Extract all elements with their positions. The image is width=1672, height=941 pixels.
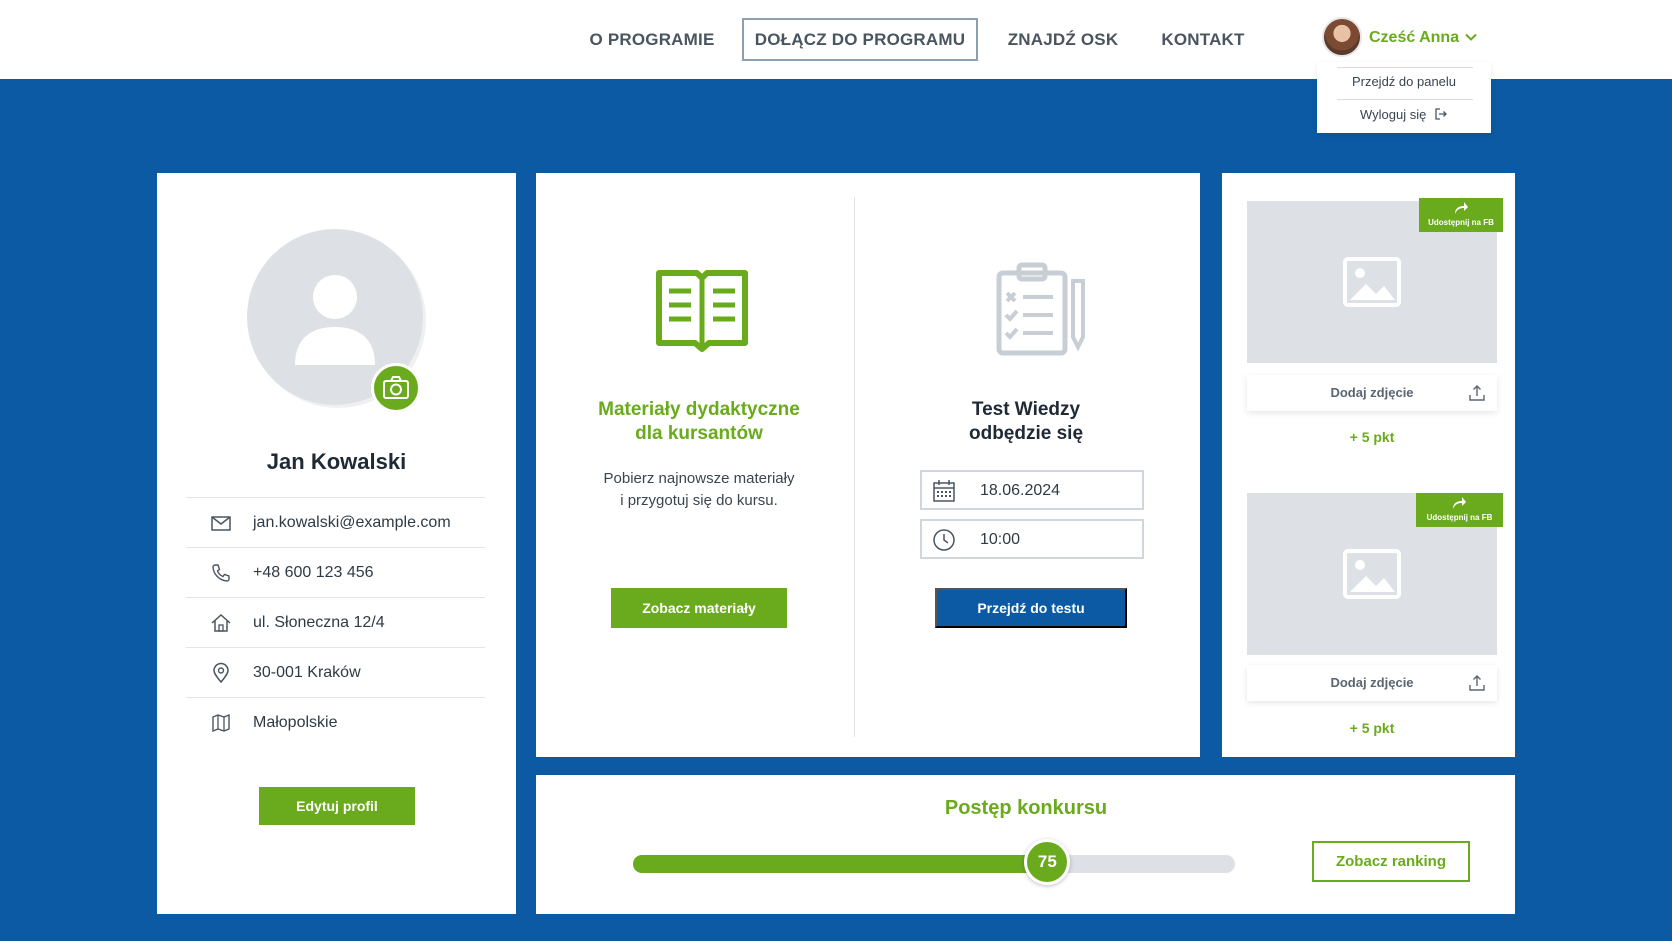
add-photo-label: Dodaj zdjęcie <box>1330 675 1414 690</box>
nav-o-programie[interactable]: O PROGRAMIE <box>583 18 721 61</box>
phone-icon <box>212 564 230 582</box>
share-fb-label: Udostępnij na FB <box>1426 513 1493 522</box>
dropdown-dashboard-link[interactable]: Przejdź do panelu <box>1317 74 1491 89</box>
calendar-icon <box>933 480 955 502</box>
user-greeting: Cześć Anna <box>1369 29 1460 46</box>
location-pin-icon <box>213 662 229 684</box>
materials-title: Materiały dydaktyczne dla kursantów <box>560 398 838 446</box>
clipboard-checklist-icon <box>996 262 1085 356</box>
add-photo-button[interactable]: Dodaj zdjęcie <box>1247 375 1497 411</box>
share-arrow-icon <box>1455 202 1468 214</box>
envelope-icon <box>211 516 231 531</box>
materials-test-card: Materiały dydaktyczne dla kursantów Pobi… <box>536 173 1200 757</box>
open-book-icon <box>656 270 748 352</box>
profile-city-row: 30-001 Kraków <box>186 647 485 697</box>
profile-phone: +48 600 123 456 <box>253 564 374 581</box>
profile-name: Jan Kowalski <box>266 449 407 474</box>
dropdown-divider <box>1337 67 1473 68</box>
share-arrow-icon <box>1453 497 1466 509</box>
dropdown-logout-link[interactable]: Wyloguj się <box>1317 107 1491 122</box>
test-date-value: 18.06.2024 <box>980 482 1061 499</box>
test-time-field: 10:00 <box>920 519 1144 559</box>
materials-desc-line1: Pobierz najnowsze materiały <box>603 470 795 487</box>
upload-icon <box>1469 675 1485 691</box>
logout-icon <box>1435 108 1447 120</box>
profile-email-row: jan.kowalski@example.com <box>186 497 485 547</box>
nav-znajdz-osk[interactable]: ZNAJDŹ OSK <box>1003 18 1123 61</box>
logout-label: Wyloguj się <box>1360 107 1427 122</box>
nav-dolacz-do-programu[interactable]: DOŁĄCZ DO PROGRAMU <box>742 18 978 61</box>
share-fb-button[interactable]: Udostępnij na FB <box>1416 493 1503 527</box>
test-title-line2: odbędzie się <box>968 423 1084 444</box>
user-dropdown: Przejdź do panelu Wyloguj się <box>1317 62 1491 133</box>
test-title-line1: Test Wiedzy <box>971 399 1081 420</box>
progress-value-indicator: 75 <box>1024 839 1071 885</box>
change-photo-button[interactable] <box>371 363 421 413</box>
profile-card: Jan Kowalski jan.kowalski@example.com +4… <box>157 173 516 914</box>
profile-phone-row: +48 600 123 456 <box>186 547 485 597</box>
materials-title-line1: Materiały dydaktyczne <box>598 399 800 420</box>
profile-city: 30-001 Kraków <box>253 664 361 681</box>
image-placeholder-icon <box>1343 549 1401 599</box>
profile-region: Małopolskie <box>253 714 338 731</box>
test-title: Test Wiedzy odbędzie się <box>876 398 1176 446</box>
profile-street-row: ul. Słoneczna 12/4 <box>186 597 485 647</box>
profile-email: jan.kowalski@example.com <box>253 514 451 531</box>
progress-fill <box>633 855 1048 873</box>
test-time-value: 10:00 <box>980 531 1021 548</box>
image-placeholder-icon <box>1343 257 1401 307</box>
share-fb-label: Udostępnij na FB <box>1428 218 1494 227</box>
edit-profile-button[interactable]: Edytuj profil <box>259 787 415 825</box>
user-avatar <box>1322 17 1362 57</box>
clock-icon <box>933 529 955 551</box>
progress-track <box>633 855 1235 873</box>
go-to-test-button[interactable]: Przejdź do testu <box>935 588 1127 628</box>
profile-region-row: Małopolskie <box>186 697 485 747</box>
chevron-down-icon <box>1465 33 1477 41</box>
see-materials-button[interactable]: Zobacz materiały <box>611 588 787 628</box>
column-divider <box>854 197 855 737</box>
materials-description: Pobierz najnowsze materiały i przygotuj … <box>560 468 838 512</box>
map-icon <box>212 713 230 733</box>
user-menu-toggle[interactable]: Cześć Anna <box>1317 17 1492 61</box>
nav-kontakt[interactable]: KONTAKT <box>1155 18 1251 61</box>
add-photo-label: Dodaj zdjęcie <box>1330 385 1414 400</box>
camera-icon <box>383 376 409 399</box>
test-date-field: 18.06.2024 <box>920 470 1144 510</box>
photo-points: + 5 pkt <box>1349 429 1395 445</box>
upload-icon <box>1469 385 1485 401</box>
dropdown-divider <box>1337 99 1473 100</box>
photo-points: + 5 pkt <box>1349 720 1395 736</box>
materials-desc-line2: i przygotuj się do kursu. <box>620 492 778 509</box>
materials-title-line2: dla kursantów <box>635 423 763 444</box>
photos-card: Udostępnij na FB Dodaj zdjęcie + 5 pkt U… <box>1222 173 1515 757</box>
add-photo-button[interactable]: Dodaj zdjęcie <box>1247 665 1497 701</box>
progress-title: Postęp konkursu <box>944 797 1108 819</box>
contest-progress-card: Postęp konkursu 75 Zobacz ranking <box>536 775 1515 914</box>
profile-details: jan.kowalski@example.com +48 600 123 456… <box>186 497 485 747</box>
home-icon <box>211 613 231 632</box>
see-ranking-button[interactable]: Zobacz ranking <box>1312 841 1470 882</box>
share-fb-button[interactable]: Udostępnij na FB <box>1419 198 1503 232</box>
profile-street: ul. Słoneczna 12/4 <box>253 614 385 631</box>
